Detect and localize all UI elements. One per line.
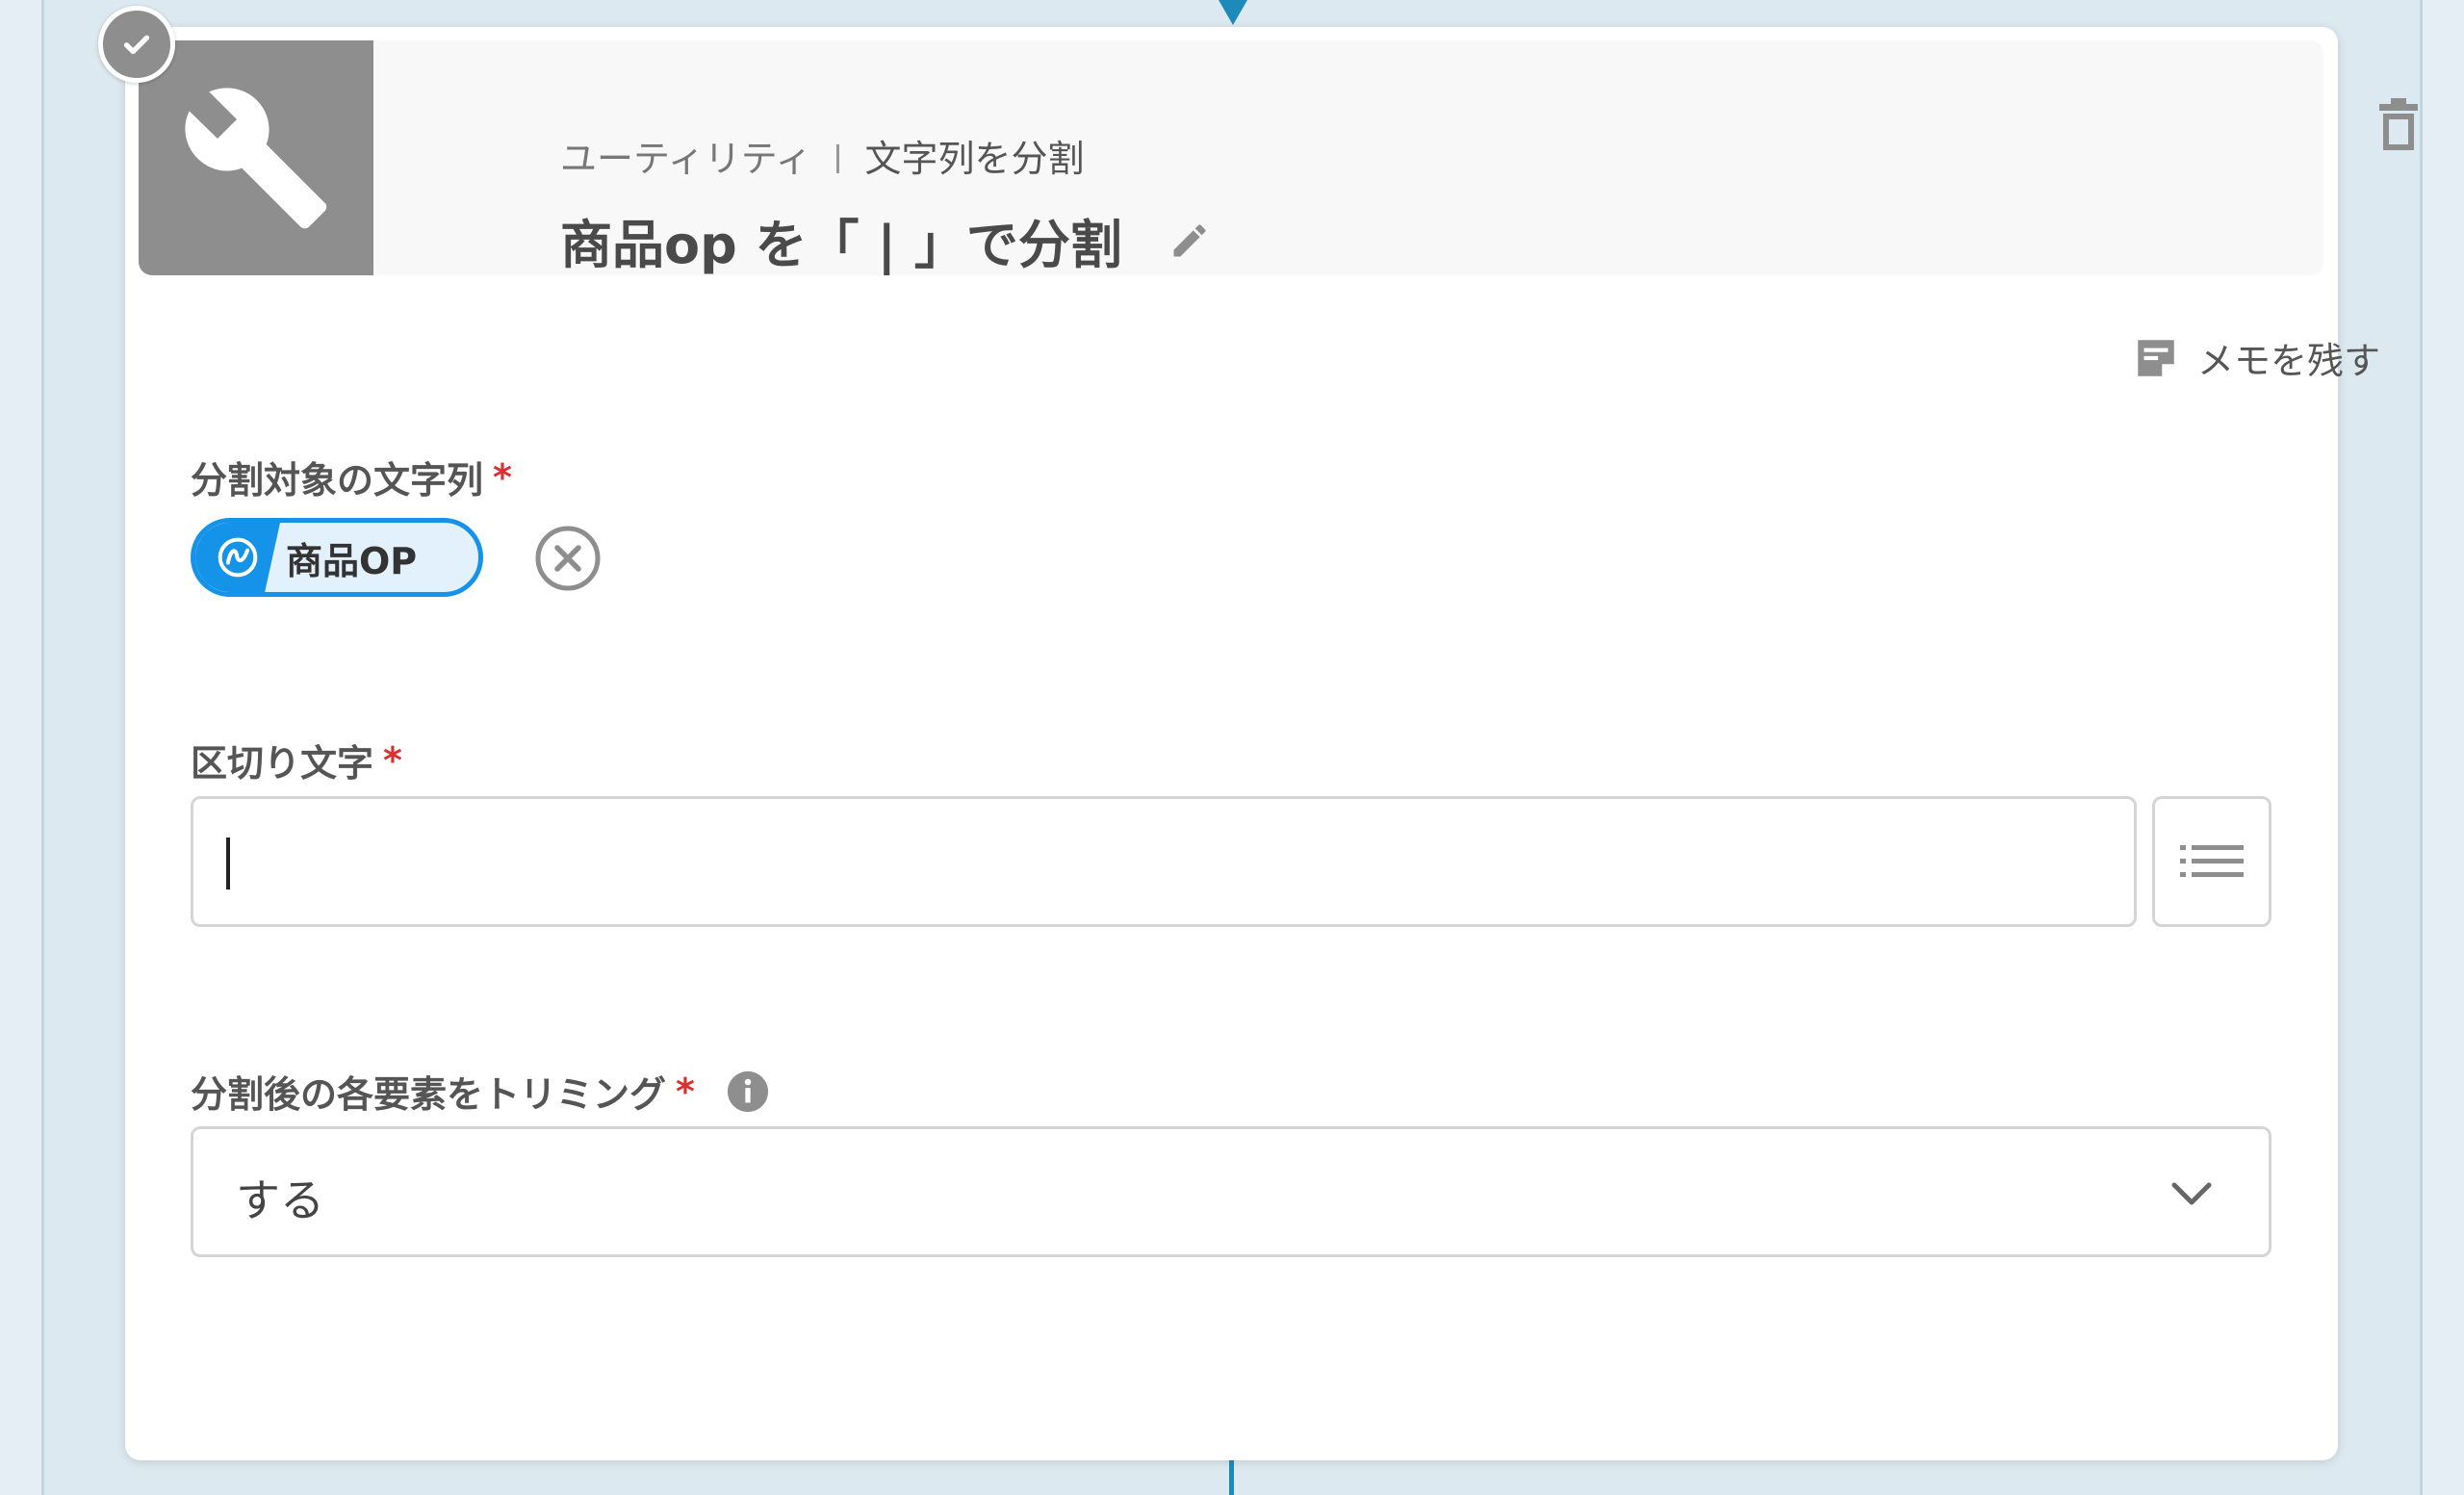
check-icon (98, 6, 175, 83)
variable-label: 商品OP (286, 539, 418, 582)
memo-icon (2138, 339, 2174, 376)
required-mark: * (676, 1070, 695, 1113)
trim-label-text: 分割後の各要素をトリミング (191, 1073, 667, 1116)
flow-connector-top (1219, 0, 1247, 25)
breadcrumb-action: 文字列を分割 (864, 138, 1085, 180)
breadcrumb-category: ユーティリティ (560, 138, 812, 180)
right-rail (2420, 0, 2464, 1495)
variable-icon (195, 523, 280, 592)
target-field-label: 分割対象の文字列 * (191, 451, 512, 503)
memo-label: メモを残す (2197, 340, 2381, 382)
trim-selected-value: する (236, 1174, 324, 1226)
info-icon[interactable] (726, 1070, 770, 1114)
required-mark: * (383, 738, 402, 782)
target-label-text: 分割対象の文字列 (191, 459, 484, 502)
delimiter-input[interactable] (191, 796, 2137, 927)
trim-field-label: 分割後の各要素をトリミング * (191, 1065, 770, 1118)
delimiter-label-text: 区切り文字 (191, 742, 374, 785)
text-caret (226, 838, 230, 889)
close-circle-icon (535, 526, 601, 591)
breadcrumb: ユーティリティ 文字列を分割 (560, 129, 1084, 182)
page-title: 商品op を「 | 」で分割 (560, 215, 1122, 275)
left-rail (0, 0, 44, 1495)
remove-variable-button[interactable] (534, 525, 602, 592)
required-mark: * (493, 455, 512, 499)
variable-chip[interactable]: 商品OP (191, 518, 483, 597)
tools-icon (139, 40, 373, 275)
breadcrumb-separator (836, 144, 840, 173)
add-memo-button[interactable]: メモを残す (2132, 331, 2380, 384)
trash-icon[interactable] (2379, 98, 2418, 150)
delimiter-field-label: 区切り文字 * (191, 734, 402, 786)
title-row: 商品op を「 | 」で分割 (560, 202, 1211, 278)
operation-card: ユーティリティ 文字列を分割 商品op を「 | 」で分割 メモを残す 分割対象… (98, 6, 2418, 1460)
insert-option-button[interactable] (2152, 796, 2272, 927)
card-header: ユーティリティ 文字列を分割 商品op を「 | 」で分割 (139, 40, 2418, 278)
list-icon (2180, 845, 2244, 877)
chevron-down-icon (2171, 1182, 2212, 1205)
flow-connector-bottom (1229, 1459, 1234, 1495)
pencil-icon[interactable] (1168, 219, 1211, 262)
trim-select[interactable]: する (191, 1126, 2272, 1257)
